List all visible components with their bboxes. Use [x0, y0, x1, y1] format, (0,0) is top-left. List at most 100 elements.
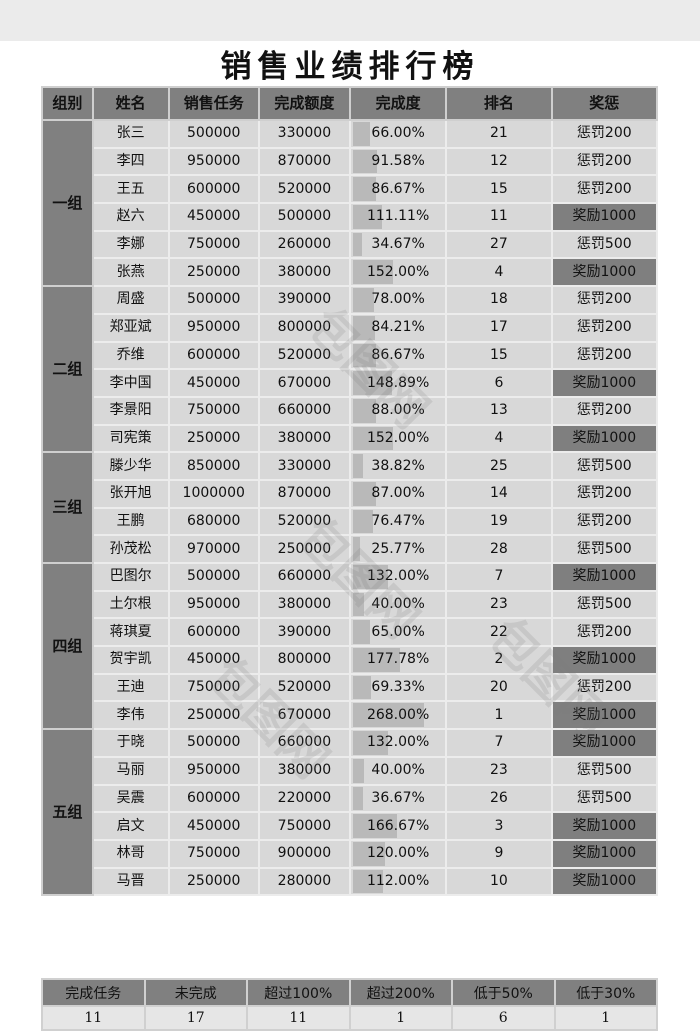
name-cell: 马晋	[91, 866, 170, 897]
ranking-table: 组别 姓名 销售任务 完成额度 完成度 排名 奖惩 一组 张三 500000 3300…	[41, 86, 659, 897]
summary-header: 低于30%	[553, 978, 658, 1007]
pct-cell: 87.00%	[348, 478, 448, 509]
pct-cell: 166.67%	[348, 811, 448, 841]
done-cell: 500000	[257, 202, 351, 232]
name-cell: 王五	[91, 174, 170, 205]
pct-cell: 268.00%	[348, 700, 448, 731]
pct-value: 88.00%	[371, 402, 425, 419]
penalty-cell: 惩罚500	[550, 755, 659, 786]
target-cell: 250000	[167, 866, 260, 897]
penalty-cell: 惩罚500	[550, 783, 659, 814]
group-label: 一组	[41, 118, 94, 288]
group-label: 三组	[41, 451, 94, 564]
table-row: 李娜 750000 260000 34.67% 27 惩罚500	[42, 229, 659, 260]
pct-value: 76.47%	[371, 512, 425, 529]
reward-cell: 奖励1000	[550, 811, 659, 841]
pct-cell: 36.67%	[348, 783, 448, 814]
reward-cell: 奖励1000	[550, 202, 659, 232]
table-row: 李伟 250000 670000 268.00% 1 奖励1000	[42, 700, 659, 731]
table-row: 乔维 600000 520000 86.67% 15 惩罚200	[42, 340, 659, 371]
table-row: 林哥 750000 900000 120.00% 9 奖励1000	[42, 838, 659, 869]
summary-header: 未完成	[143, 978, 248, 1007]
summary-header: 完成任务	[41, 978, 146, 1007]
penalty-cell: 惩罚200	[550, 340, 659, 371]
pct-cell: 40.00%	[348, 755, 448, 786]
done-cell: 520000	[257, 506, 351, 537]
pct-cell: 111.11%	[348, 202, 448, 232]
rank-cell: 18	[445, 285, 553, 315]
penalty-cell: 惩罚200	[550, 146, 659, 177]
rank-cell: 21	[445, 119, 553, 149]
pct-value: 132.00%	[366, 568, 430, 585]
target-cell: 600000	[167, 783, 260, 814]
rank-cell: 25	[445, 451, 553, 481]
rank-cell: 10	[445, 866, 553, 897]
header-target: 销售任务	[167, 86, 260, 121]
done-cell: 330000	[257, 119, 351, 149]
pct-data-bar	[352, 122, 371, 146]
pct-cell: 148.89%	[348, 368, 448, 398]
table-row: 张开旭 1000000 870000 87.00% 14 惩罚200	[42, 478, 659, 509]
rank-cell: 19	[445, 506, 553, 537]
target-cell: 950000	[167, 589, 260, 620]
done-cell: 280000	[257, 866, 351, 897]
pct-cell: 132.00%	[348, 562, 448, 592]
penalty-cell: 惩罚200	[550, 312, 659, 343]
name-cell: 乔维	[91, 340, 170, 371]
summary-table: 完成任务 未完成 超过100% 超过200% 低于50% 低于30% 11 17…	[41, 978, 658, 1031]
table-row: 五组 于晓 500000 660000 132.00% 7 奖励1000	[41, 728, 659, 897]
summary-value: 11	[246, 1005, 351, 1031]
pct-cell: 152.00%	[348, 423, 448, 454]
done-cell: 390000	[257, 617, 351, 648]
rank-cell: 2	[445, 645, 553, 675]
name-cell: 李娜	[91, 229, 170, 260]
done-cell: 750000	[257, 811, 351, 841]
summary-header: 低于50%	[451, 978, 556, 1007]
reward-cell: 奖励1000	[550, 728, 659, 758]
done-cell: 660000	[257, 728, 351, 758]
done-cell: 870000	[257, 478, 351, 509]
table-row: 三组 滕少华 850000 330000 38.82% 25 惩罚500	[41, 451, 659, 564]
pct-cell: 65.00%	[348, 617, 448, 648]
rank-cell: 20	[445, 672, 553, 703]
table-body: 一组 张三 500000 330000 66.00% 21 惩罚200 李四 950000 870…	[41, 118, 659, 897]
rank-cell: 13	[445, 395, 553, 426]
name-cell: 周盛	[91, 285, 170, 315]
pct-value: 148.89%	[366, 374, 430, 391]
done-cell: 330000	[257, 451, 351, 481]
done-cell: 660000	[257, 562, 351, 592]
table-row: 马丽 950000 380000 40.00% 23 惩罚500	[42, 755, 659, 786]
table-row: 赵六 450000 500000 111.11% 11 奖励1000	[42, 202, 659, 232]
target-cell: 500000	[167, 728, 260, 758]
name-cell: 王迪	[91, 672, 170, 703]
target-cell: 750000	[167, 395, 260, 426]
table-row: 李中国 450000 670000 148.89% 6 奖励1000	[42, 368, 659, 398]
table-row: 二组 周盛 500000 390000 78.00% 18 惩罚200	[41, 285, 659, 454]
pct-data-bar	[352, 620, 371, 645]
page-title: 销售业绩排行榜	[220, 49, 480, 85]
target-cell: 950000	[167, 312, 260, 343]
name-cell: 李伟	[91, 700, 170, 731]
pct-data-bar	[352, 758, 364, 783]
rank-cell: 3	[445, 811, 553, 841]
rank-cell: 9	[445, 838, 553, 869]
reward-cell: 奖励1000	[550, 838, 659, 869]
pct-value: 66.00%	[371, 125, 425, 142]
pct-cell: 132.00%	[348, 728, 448, 758]
pct-value: 34.67%	[371, 236, 425, 253]
rank-cell: 4	[445, 257, 553, 288]
name-cell: 王鹏	[91, 506, 170, 537]
pct-data-bar	[352, 537, 360, 561]
target-cell: 1000000	[167, 478, 260, 509]
name-cell: 赵六	[91, 202, 170, 232]
pct-value: 25.77%	[371, 540, 425, 557]
penalty-cell: 惩罚200	[550, 285, 659, 315]
rank-cell: 4	[445, 423, 553, 454]
pct-data-bar	[352, 675, 372, 700]
target-cell: 500000	[167, 285, 260, 315]
table-row: 王五 600000 520000 86.67% 15 惩罚200	[42, 174, 659, 205]
name-cell: 土尔根	[91, 589, 170, 620]
done-cell: 870000	[257, 146, 351, 177]
pct-cell: 38.82%	[348, 451, 448, 481]
pct-cell: 152.00%	[348, 257, 448, 288]
